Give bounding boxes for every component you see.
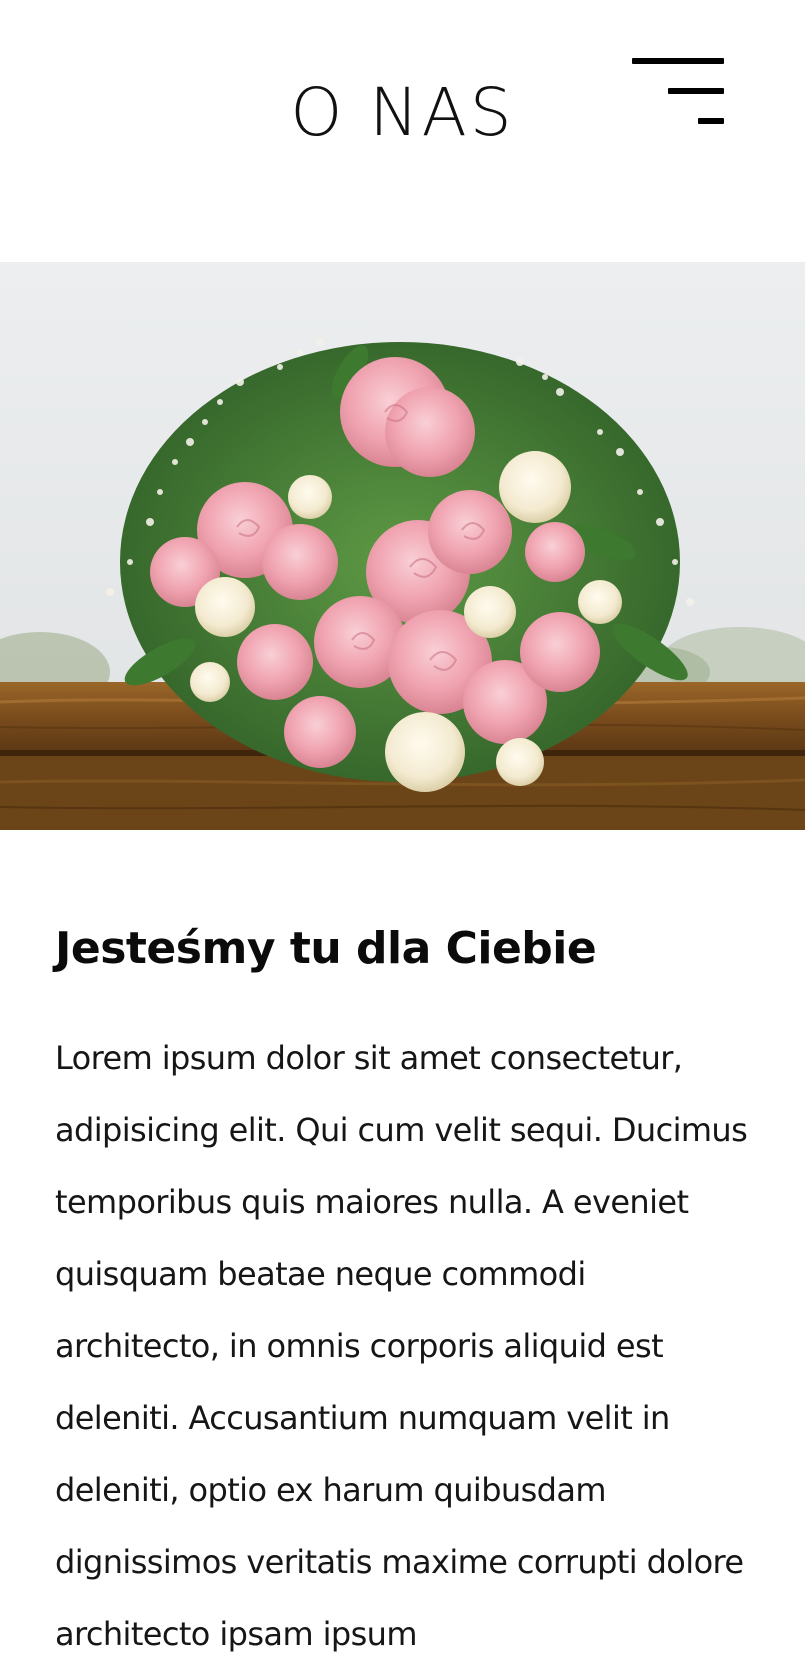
- hero-image: [0, 262, 805, 830]
- menu-bar-bottom: [698, 118, 724, 124]
- menu-bar-middle: [668, 88, 724, 94]
- hamburger-menu-icon[interactable]: [630, 56, 726, 128]
- section-heading: Jesteśmy tu dla Ciebie: [55, 923, 597, 974]
- about-section: Jesteśmy tu dla Ciebie Lorem ipsum dolor…: [55, 900, 755, 1670]
- about-paragraph: Lorem ipsum dolor sit amet consectetur, …: [55, 1039, 748, 1653]
- page-header: O NAS: [0, 0, 805, 262]
- menu-bar-top: [632, 58, 724, 64]
- bouquet-photo: [0, 262, 805, 830]
